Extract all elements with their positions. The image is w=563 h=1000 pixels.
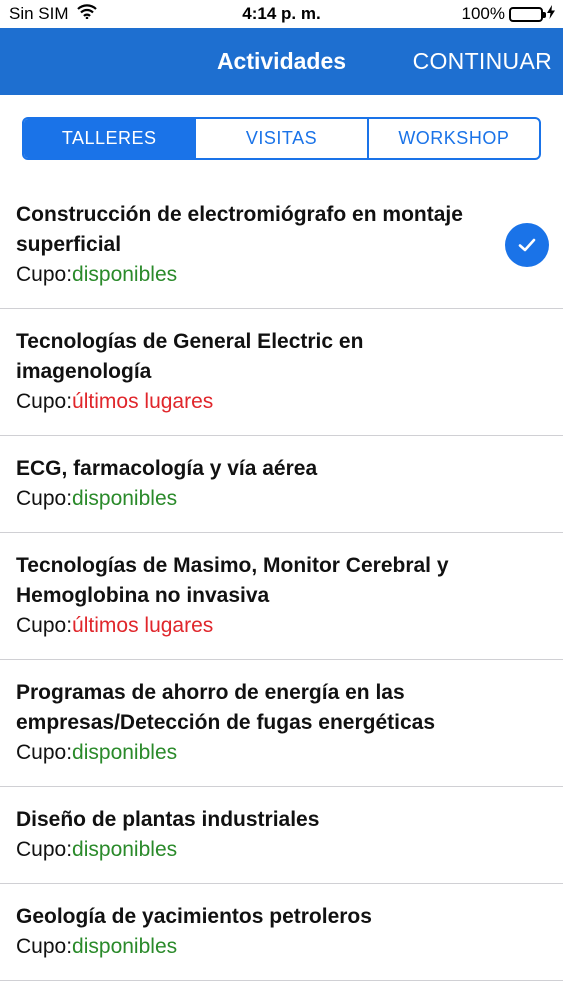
cupo-status: últimos lugares (72, 390, 214, 413)
cupo-label: Cupo: (16, 741, 73, 764)
navigation-bar: Actividades CONTINUAR (0, 28, 563, 95)
tab-talleres[interactable]: TALLERES (24, 119, 195, 158)
activity-cupo: Cupo:disponibles (16, 260, 503, 290)
cupo-label: Cupo: (16, 487, 73, 510)
activity-cupo: Cupo:últimos lugares (16, 611, 503, 641)
activity-title: Programas de ahorro de energía en las em… (16, 681, 436, 734)
activity-title: Diseño de plantas industriales (16, 808, 320, 831)
list-item[interactable]: Construcción de electromiógrafo en monta… (0, 182, 563, 309)
activity-cupo: Cupo:disponibles (16, 738, 503, 768)
cupo-label: Cupo: (16, 838, 73, 861)
cupo-status: últimos lugares (72, 614, 214, 637)
tab-workshop[interactable]: WORKSHOP (366, 119, 539, 158)
activity-type-segmented-control: TALLERES VISITAS WORKSHOP (22, 117, 541, 160)
tab-visitas[interactable]: VISITAS (194, 119, 366, 158)
battery-nub (543, 11, 546, 18)
activity-title: Tecnologías de General Electric en image… (16, 330, 364, 383)
list-item[interactable]: Tecnologías de Masimo, Monitor Cerebral … (0, 533, 563, 660)
cupo-label: Cupo: (16, 263, 73, 286)
activity-cupo: Cupo:disponibles (16, 835, 503, 865)
activity-cupo: Cupo:últimos lugares (16, 387, 503, 417)
checkmark-icon (505, 223, 549, 267)
continue-button[interactable]: CONTINUAR (413, 48, 552, 75)
cupo-label: Cupo: (16, 390, 73, 413)
list-item[interactable]: Tecnologías de General Electric en image… (0, 309, 563, 436)
cupo-status: disponibles (72, 487, 178, 510)
cupo-status: disponibles (72, 838, 178, 861)
activity-title: ECG, farmacología y vía aérea (16, 457, 318, 480)
charging-bolt-icon (547, 4, 555, 24)
cupo-status: disponibles (72, 741, 178, 764)
cupo-status: disponibles (72, 935, 178, 958)
status-right: 100% (462, 4, 555, 24)
cupo-label: Cupo: (16, 614, 73, 637)
cupo-status: disponibles (72, 263, 178, 286)
activity-cupo: Cupo:disponibles (16, 484, 503, 514)
activity-title: Geología de yacimientos petroleros (16, 905, 372, 928)
list-item[interactable]: Programas de ahorro de energía en las em… (0, 660, 563, 787)
status-bar: Sin SIM 4:14 p. m. 100% (0, 0, 563, 28)
cupo-label: Cupo: (16, 935, 73, 958)
list-item[interactable]: Geología de yacimientos petroleros Cupo:d… (0, 884, 563, 981)
activity-title: Tecnologías de Masimo, Monitor Cerebral … (16, 554, 449, 607)
battery-icon (509, 6, 546, 22)
list-item[interactable]: ECG, farmacología y vía aérea Cupo:dispon… (0, 436, 563, 533)
activity-list: Construcción de electromiógrafo en monta… (0, 182, 563, 981)
battery-percent: 100% (461, 4, 505, 23)
list-item[interactable]: Diseño de plantas industriales Cupo:dispo… (0, 787, 563, 884)
activity-cupo: Cupo:disponibles (16, 932, 503, 962)
activity-title: Construcción de electromiógrafo en monta… (16, 203, 463, 256)
